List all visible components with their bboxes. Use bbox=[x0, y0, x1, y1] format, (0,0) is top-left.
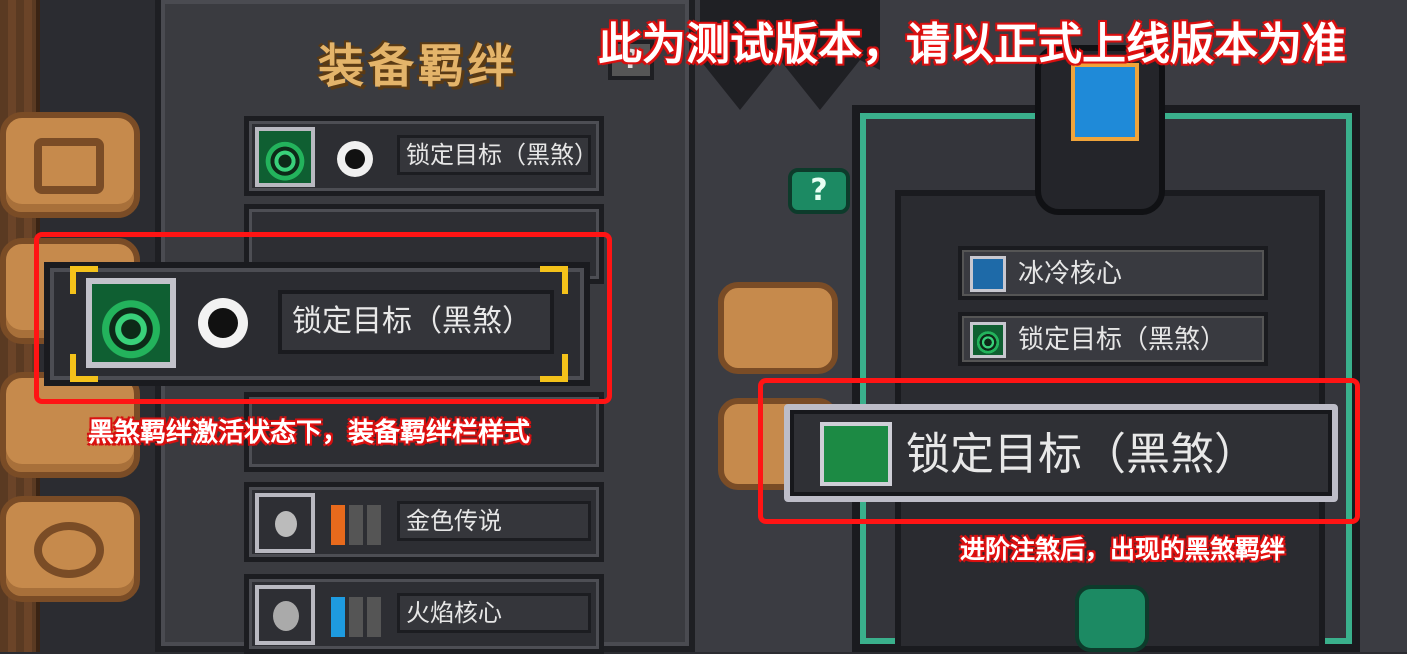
bond-list-item-ice-core[interactable]: 冰冷核心 bbox=[958, 246, 1268, 300]
side-tab-emblem[interactable] bbox=[718, 282, 838, 374]
rarity-bars bbox=[331, 597, 385, 637]
rarity-bars bbox=[331, 505, 385, 545]
caption-left: 黑煞羁绊激活状态下，装备羁绊栏样式 bbox=[88, 418, 531, 448]
panel-title: 装备羁绊 bbox=[318, 39, 518, 93]
lock-target-icon bbox=[255, 127, 315, 187]
bond-row-label: 金色传说 bbox=[397, 501, 591, 541]
bond-emblem-button[interactable] bbox=[1075, 585, 1149, 652]
bond-list-label: 锁定目标（黑煞） bbox=[1018, 325, 1227, 355]
help-button-right[interactable]: ? bbox=[788, 168, 850, 214]
drop-icon bbox=[255, 493, 315, 553]
bond-row-fire-core[interactable]: 火焰核心 bbox=[244, 574, 604, 654]
flame-icon bbox=[255, 585, 315, 645]
dark-bond-icon bbox=[337, 141, 373, 177]
bond-row-gold-legend[interactable]: 金色传说 bbox=[244, 482, 604, 562]
bond-row-label: 火焰核心 bbox=[397, 593, 591, 633]
bond-list-item-lock-target[interactable]: 锁定目标（黑煞） bbox=[958, 312, 1268, 366]
highlight-box-left bbox=[34, 232, 612, 404]
bond-list-label: 冰冷核心 bbox=[1018, 259, 1123, 289]
caption-right: 进阶注煞后，出现的黑煞羁绊 bbox=[960, 535, 1286, 564]
side-tab-helmet[interactable] bbox=[0, 496, 140, 602]
weapon-emblem bbox=[1035, 45, 1165, 215]
bond-row-label: 锁定目标（黑煞） bbox=[397, 135, 598, 175]
helmet-icon bbox=[34, 522, 104, 578]
bond-row-lock-target[interactable]: 锁定目标（黑煞） bbox=[244, 116, 604, 196]
crossbow-icon bbox=[1071, 63, 1139, 141]
side-tab-book[interactable] bbox=[0, 112, 140, 218]
lock-target-icon bbox=[970, 322, 1006, 358]
book-icon bbox=[34, 138, 104, 194]
highlight-box-right bbox=[758, 378, 1360, 524]
test-version-notice: 此为测试版本，请以正式上线版本为准 bbox=[598, 19, 1346, 70]
ice-crystal-icon bbox=[970, 256, 1006, 292]
